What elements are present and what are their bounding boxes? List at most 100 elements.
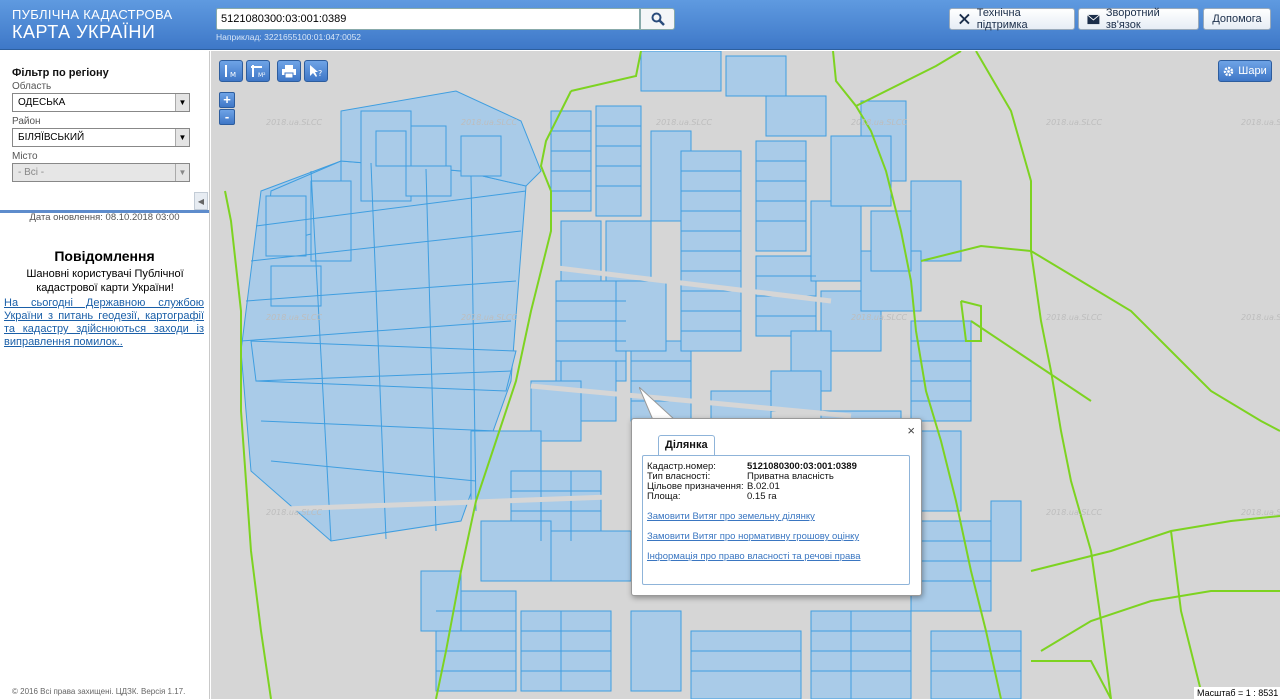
watermark-text: 2018.ua.SLCC [461,118,518,127]
parcel-block [690,630,802,699]
logo-line1: ПУБЛІЧНА КАДАСТРОВА [12,7,173,22]
support-label: Технічна підтримка [976,7,1028,31]
parcel-block [595,105,642,217]
raion-label: Район [12,116,41,127]
svg-text:?: ? [318,69,322,78]
parcel-block [410,125,447,167]
map-canvas[interactable]: 2018.ua.SLCC 2018.ua.SLCC 2018.ua.SLCC 2… [211,51,1280,699]
parcel-block [770,370,822,412]
parcel-block [460,135,502,177]
parcel-block [550,530,632,582]
map-view[interactable]: 2018.ua.SLCC 2018.ua.SLCC 2018.ua.SLCC 2… [211,51,1280,699]
chevron-down-icon: ▼ [175,164,189,181]
parcel-block [375,130,407,167]
chevron-down-icon: ▼ [175,129,189,146]
misto-label: Місто [12,151,38,162]
identify-button[interactable]: ? [304,60,328,82]
print-button[interactable] [277,60,301,82]
help-button[interactable]: Допомога [1203,8,1271,30]
collapse-sidebar-button[interactable]: ◀ [194,192,208,210]
row-value: 0.15 га [747,491,777,502]
row-key: Площа: [647,491,681,502]
tools-icon [959,13,970,25]
watermark-text: 2018.ua.SLCC [1046,508,1103,517]
parcel-block [265,195,307,257]
watermark-text: 2018.ua.SLCC [266,118,323,127]
search-button[interactable] [640,8,675,30]
parcel-block [910,520,992,612]
copyright: © 2016 Всі права захищені. ЦДЗК. Версія … [12,687,186,696]
parcel-block [680,150,742,252]
tab-parcel[interactable]: Ділянка [658,435,715,455]
area-icon: M² [251,65,266,78]
parcel-block [310,180,352,262]
watermark-text: 2018.ua.SLCC [266,508,323,517]
misto-value: - Всі - [18,167,45,178]
measure-length-button[interactable]: M [219,60,243,82]
help-label: Допомога [1212,13,1262,25]
parcel-block [930,630,1022,699]
watermark-text: 2018.ua.SLCC [656,118,713,127]
envelope-icon [1087,14,1100,24]
order-land-extract-link[interactable]: Замовити Витяг про земельну ділянку [647,511,815,522]
cursor-help-icon: ? [310,65,322,78]
raion-value: БІЛЯЇВСЬКИЙ [18,132,85,143]
search-icon [651,12,665,26]
zoom-out-button[interactable]: - [219,109,235,125]
parcel-block [640,51,722,92]
parcel-block [270,265,322,307]
parcel-popup: × Ділянка Кадастр.номер: 5121080300:03:00… [631,418,922,596]
oblast-select[interactable]: ОДЕСЬКА ▼ [12,93,190,112]
watermark-text: 2018.ua.SLCC [1046,118,1103,127]
parcel-block [910,180,962,262]
order-valuation-extract-link[interactable]: Замовити Витяг про нормативну грошову оц… [647,531,859,542]
close-icon[interactable]: × [907,423,915,438]
parcel-block [990,500,1022,562]
parcel-block [630,610,682,692]
watermark-text: 2018.ua.SLCC [1241,118,1280,127]
measure-area-button[interactable]: M² [246,60,270,82]
sidebar: Фільтр по регіону Область ОДЕСЬКА ▼ Райо… [0,51,210,699]
raion-select[interactable]: БІЛЯЇВСЬКИЙ ▼ [12,128,190,147]
watermark-text: 2018.ua.SLCC [851,313,908,322]
parcel-block [830,135,892,207]
app-logo[interactable]: ПУБЛІЧНА КАДАСТРОВА КАРТА УКРАЇНИ [12,8,172,41]
misto-select[interactable]: - Всі - ▼ [12,163,190,182]
watermark-text: 2018.ua.SLCC [461,313,518,322]
parcel-block [755,140,807,252]
watermark-text: 2018.ua.SLCC [1241,313,1280,322]
watermark-text: 2018.ua.SLCC [1241,508,1280,517]
parcel-block [680,250,742,352]
update-date: Дата оновлення: 08.10.2018 03:00 [29,212,180,223]
parcel-layer [240,51,1022,699]
layers-button[interactable]: Шари [1218,60,1272,82]
printer-icon [282,64,296,78]
app-header: ПУБЛІЧНА КАДАСТРОВА КАРТА УКРАЇНИ Наприк… [0,0,1280,50]
map-scale: Масштаб = 1 : 8531 [1194,687,1280,699]
parcel-block [765,95,827,137]
support-button[interactable]: Технічна підтримка [949,7,1075,31]
gear-icon [1224,66,1234,76]
parcel-block [550,110,592,212]
zoom-in-button[interactable]: + [219,92,235,108]
svg-text:M²: M² [258,72,266,78]
search-bar [216,8,675,30]
notice-greeting: Шановні користувачі Публічної кадастрово… [26,268,184,294]
watermark-text: 2018.ua.SLCC [266,313,323,322]
oblast-label: Область [12,81,52,92]
ruler-icon: M [225,65,236,78]
layers-label: Шари [1238,65,1267,77]
notice-link[interactable]: На сьогодні Державною службою України з … [4,297,204,349]
oblast-value: ОДЕСЬКА [18,97,66,108]
ownership-info-link[interactable]: Інформація про право власності та речові… [647,551,861,562]
notice-title: Повідомлення [54,248,155,264]
parcel-block [725,55,787,97]
parcel-block [910,320,972,422]
parcel-block [405,165,452,197]
feedback-button[interactable]: Зворотний зв'язок [1078,7,1199,31]
parcel-block [810,200,862,282]
chevron-down-icon: ▼ [175,94,189,111]
feedback-label: Зворотний зв'язок [1105,7,1160,31]
filter-title: Фільтр по регіону [12,67,109,79]
cadastral-search-input[interactable] [216,8,640,30]
